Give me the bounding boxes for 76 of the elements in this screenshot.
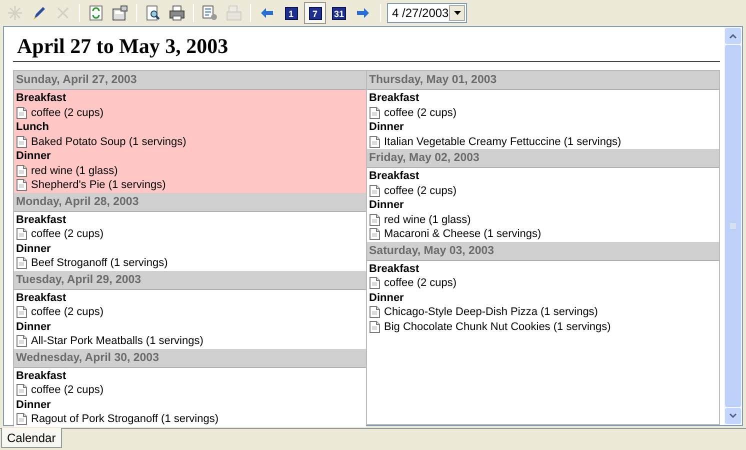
meal-label: Dinner — [369, 290, 404, 305]
page-title: April 27 to May 3, 2003 — [17, 33, 228, 59]
meal-label: Breakfast — [16, 91, 66, 106]
day-panel[interactable]: Breakfast coffee (2 cups) Dinner Chicago-Style Deep-Dish Pizza (1 servings) Big Chocolate Chunk Nut Cookies (1 servings) — [367, 260, 719, 334]
document-icon — [16, 106, 27, 119]
meal-label: Lunch — [16, 120, 49, 134]
document-icon — [16, 413, 27, 426]
scroll-thumb[interactable] — [725, 45, 741, 407]
meal-label: Breakfast — [16, 212, 66, 227]
document-icon — [16, 306, 27, 318]
meal-label: Dinner — [369, 120, 404, 134]
food-item[interactable]: coffee (2 cups) — [31, 305, 104, 320]
print-preview-icon — [145, 5, 161, 21]
food-item[interactable]: coffee (2 cups) — [31, 227, 104, 242]
food-item[interactable]: Shepherd's Pie (1 servings) — [31, 178, 166, 192]
document-icon — [369, 277, 380, 290]
printer-icon — [169, 5, 185, 21]
food-item[interactable]: red wine (1 glass) — [384, 212, 471, 227]
document-icon — [369, 184, 380, 197]
food-item[interactable]: Italian Vegetable Creamy Fettuccine (1 servings) — [384, 134, 622, 149]
scroll-down-icon[interactable] — [725, 408, 741, 424]
scroll-up-icon[interactable] — [725, 28, 741, 44]
document-icon — [16, 164, 27, 177]
window-icon — [112, 5, 128, 21]
document-icon — [369, 106, 380, 119]
food-item[interactable]: coffee (2 cups) — [384, 106, 457, 120]
meal-label: Breakfast — [369, 91, 420, 106]
food-item[interactable]: Chicago-Style Deep-Dish Pizza (1 servings) — [384, 305, 598, 320]
food-item[interactable]: All-Star Pork Meatballs (1 servings) — [31, 334, 204, 348]
scrollbar[interactable] — [724, 27, 742, 425]
view-button[interactable]: 7 — [304, 2, 326, 24]
document-icon — [16, 228, 27, 240]
food-item[interactable]: coffee (2 cups) — [384, 276, 457, 290]
document-icon — [202, 5, 218, 21]
day-panel[interactable]: Breakfast coffee (2 cups) Dinner Beef Stroganoff (1 servings) — [14, 212, 366, 270]
food-item[interactable]: coffee (2 cups) — [31, 106, 104, 120]
document-icon — [369, 228, 380, 240]
meal-label: Breakfast — [369, 262, 420, 276]
meal-label: Dinner — [16, 149, 51, 164]
document-icon — [16, 257, 27, 270]
day-panel[interactable]: Breakfast coffee (2 cups) Dinner All-Star Pork Meatballs (1 servings) — [14, 290, 366, 348]
document-icon — [369, 214, 380, 226]
tab[interactable]: Calendar — [1, 428, 62, 448]
document-icon — [16, 335, 27, 348]
meal-label: Breakfast — [16, 368, 66, 383]
meal-label: Dinner — [16, 320, 51, 334]
right-arrow-icon — [355, 5, 371, 21]
food-item[interactable]: red wine (1 glass) — [31, 164, 118, 178]
delete-icon — [55, 5, 71, 21]
pencil-icon — [31, 5, 47, 21]
day-panel[interactable]: Breakfast coffee (2 cups) Dinner Ragout of Pork Stroganoff (1 servings) — [14, 368, 366, 426]
meal-label: Dinner — [369, 198, 404, 212]
food-item[interactable]: coffee (2 cups) — [31, 383, 104, 398]
day-panel[interactable]: Breakfast coffee (2 cups) Lunch Baked Potato Soup (1 servings) Dinner red wine (1 glass) Shepherd's Pie (1 servings) — [14, 90, 366, 192]
document-icon — [16, 136, 27, 148]
food-item[interactable]: Big Chocolate Chunk Nut Cookies (1 servings) — [384, 320, 611, 334]
document-icon — [369, 306, 380, 318]
meal-label: Dinner — [16, 242, 51, 256]
food-item[interactable]: Macaroni & Cheese (1 servings) — [384, 227, 542, 242]
meal-label: Breakfast — [369, 169, 420, 184]
document-icon — [16, 179, 27, 192]
meal-label: Dinner — [16, 398, 51, 412]
document-icon — [369, 136, 380, 148]
document-icon — [16, 384, 27, 396]
view-button[interactable]: 1 — [280, 2, 302, 24]
meal-label: Breakfast — [16, 290, 66, 305]
food-item[interactable]: Baked Potato Soup (1 servings) — [31, 134, 186, 149]
fax-icon — [226, 5, 242, 21]
date-dropdown[interactable]: 4 /27/2003 — [387, 3, 467, 23]
refresh-icon — [88, 5, 104, 21]
asterisk-icon — [7, 5, 23, 21]
food-item[interactable]: coffee (2 cups) — [384, 184, 457, 198]
food-item[interactable]: Beef Stroganoff (1 servings) — [31, 256, 168, 270]
food-item[interactable]: Ragout of Pork Stroganoff (1 servings) — [31, 412, 219, 426]
view-button[interactable]: 31 — [328, 2, 350, 24]
document-icon — [369, 320, 380, 333]
